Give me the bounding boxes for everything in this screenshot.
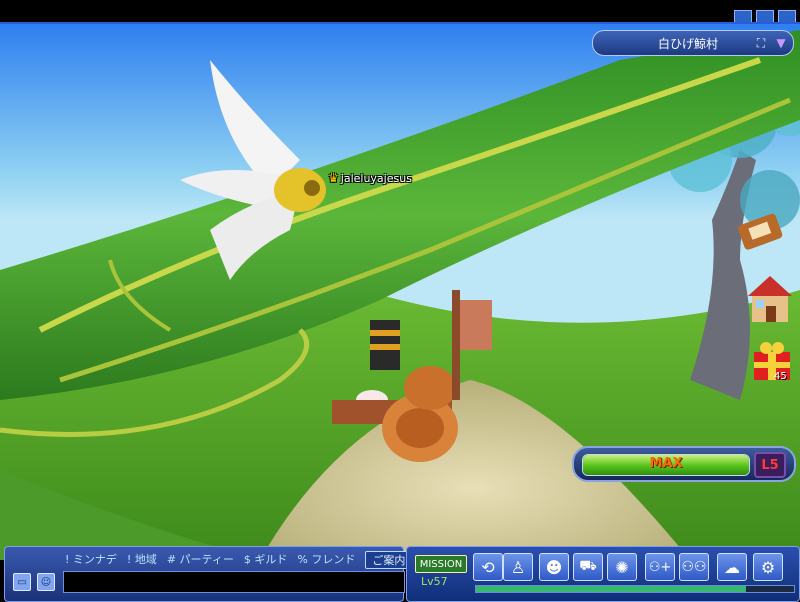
charge-gauge: MAX L5 bbox=[572, 446, 796, 482]
vehicle-icon: ⛟ bbox=[579, 558, 597, 574]
crown-icon: ♛ bbox=[328, 171, 339, 185]
party-add-button[interactable]: ⚇+ bbox=[645, 553, 675, 581]
rotate-icon: ⟲ bbox=[481, 557, 495, 577]
profile-icon: ☻ bbox=[545, 557, 563, 577]
chat-tab-all[interactable]: ! ミンナデ bbox=[65, 551, 117, 569]
sparkle-icon: ✺ bbox=[615, 557, 629, 577]
vehicle-button[interactable]: ⛟ bbox=[573, 553, 603, 581]
location-name: 白ひげ鯨村 bbox=[657, 36, 718, 51]
chat-bubble-icon: ☁ bbox=[724, 557, 740, 577]
chat-panel: ! ミンナデ ! 地域 # パーティー $ ギルド % フレンド ご案内 ▭ ☺ bbox=[4, 546, 413, 602]
scroll-map-icon[interactable] bbox=[734, 208, 790, 254]
player-name: jaleluyajesus bbox=[340, 171, 412, 185]
rotate-button[interactable]: ⟲ bbox=[473, 553, 503, 581]
gift-box-icon[interactable] bbox=[748, 338, 796, 384]
friends-button[interactable]: ⚇⚇ bbox=[679, 553, 709, 581]
party-add-icon: ⚇+ bbox=[648, 559, 672, 575]
chat-tab-area[interactable]: ! 地域 bbox=[127, 551, 157, 569]
player-nameplate: ♛ jaleluyajesus bbox=[328, 171, 412, 185]
chat-input[interactable] bbox=[63, 571, 405, 593]
game-viewport[interactable] bbox=[0, 0, 800, 600]
chat-tab-party[interactable]: # パーティー bbox=[167, 551, 234, 569]
action-bar: MISSION Lv57 ⟲ ♙ ☻ ⛟ ✺ ⚇+ ⚇⚇ ☁ ⚙ bbox=[406, 546, 800, 602]
mission-button[interactable]: MISSION bbox=[415, 555, 467, 573]
chat-tab-guild[interactable]: $ ギルド bbox=[244, 551, 288, 569]
window-border bbox=[0, 22, 800, 24]
chat-window-toggle-icon[interactable]: ▭ bbox=[13, 573, 31, 591]
exp-bar bbox=[475, 585, 795, 593]
emote-icon[interactable]: ☺ bbox=[37, 573, 55, 591]
location-plate: 白ひげ鯨村 ⛶ ▼ bbox=[592, 30, 794, 56]
fullscreen-icon[interactable]: ⛶ bbox=[753, 35, 769, 51]
character-icon: ♙ bbox=[510, 557, 526, 577]
chat-tabs: ! ミンナデ ! 地域 # パーティー $ ギルド % フレンド ご案内 bbox=[65, 551, 413, 569]
gift-count-badge: 45 bbox=[774, 371, 787, 382]
chat-tab-friend[interactable]: % フレンド bbox=[297, 551, 355, 569]
dropdown-arrow-icon[interactable]: ▼ bbox=[773, 35, 789, 51]
player-level: Lv57 bbox=[421, 575, 448, 588]
house-icon[interactable] bbox=[744, 272, 796, 326]
chat-bubble-button[interactable]: ☁ bbox=[717, 553, 747, 581]
character-button[interactable]: ♙ bbox=[503, 553, 533, 581]
gauge-track: MAX bbox=[582, 454, 750, 476]
friends-icon: ⚇⚇ bbox=[681, 559, 707, 575]
settings-button[interactable]: ⚙ bbox=[753, 553, 783, 581]
exp-fill bbox=[476, 586, 747, 592]
sparkle-button[interactable]: ✺ bbox=[607, 553, 637, 581]
settings-icon: ⚙ bbox=[760, 557, 776, 577]
gauge-level-badge: L5 bbox=[754, 452, 786, 478]
window-top-bar bbox=[0, 0, 800, 24]
profile-button[interactable]: ☻ bbox=[539, 553, 569, 581]
gauge-label: MAX bbox=[649, 456, 683, 471]
